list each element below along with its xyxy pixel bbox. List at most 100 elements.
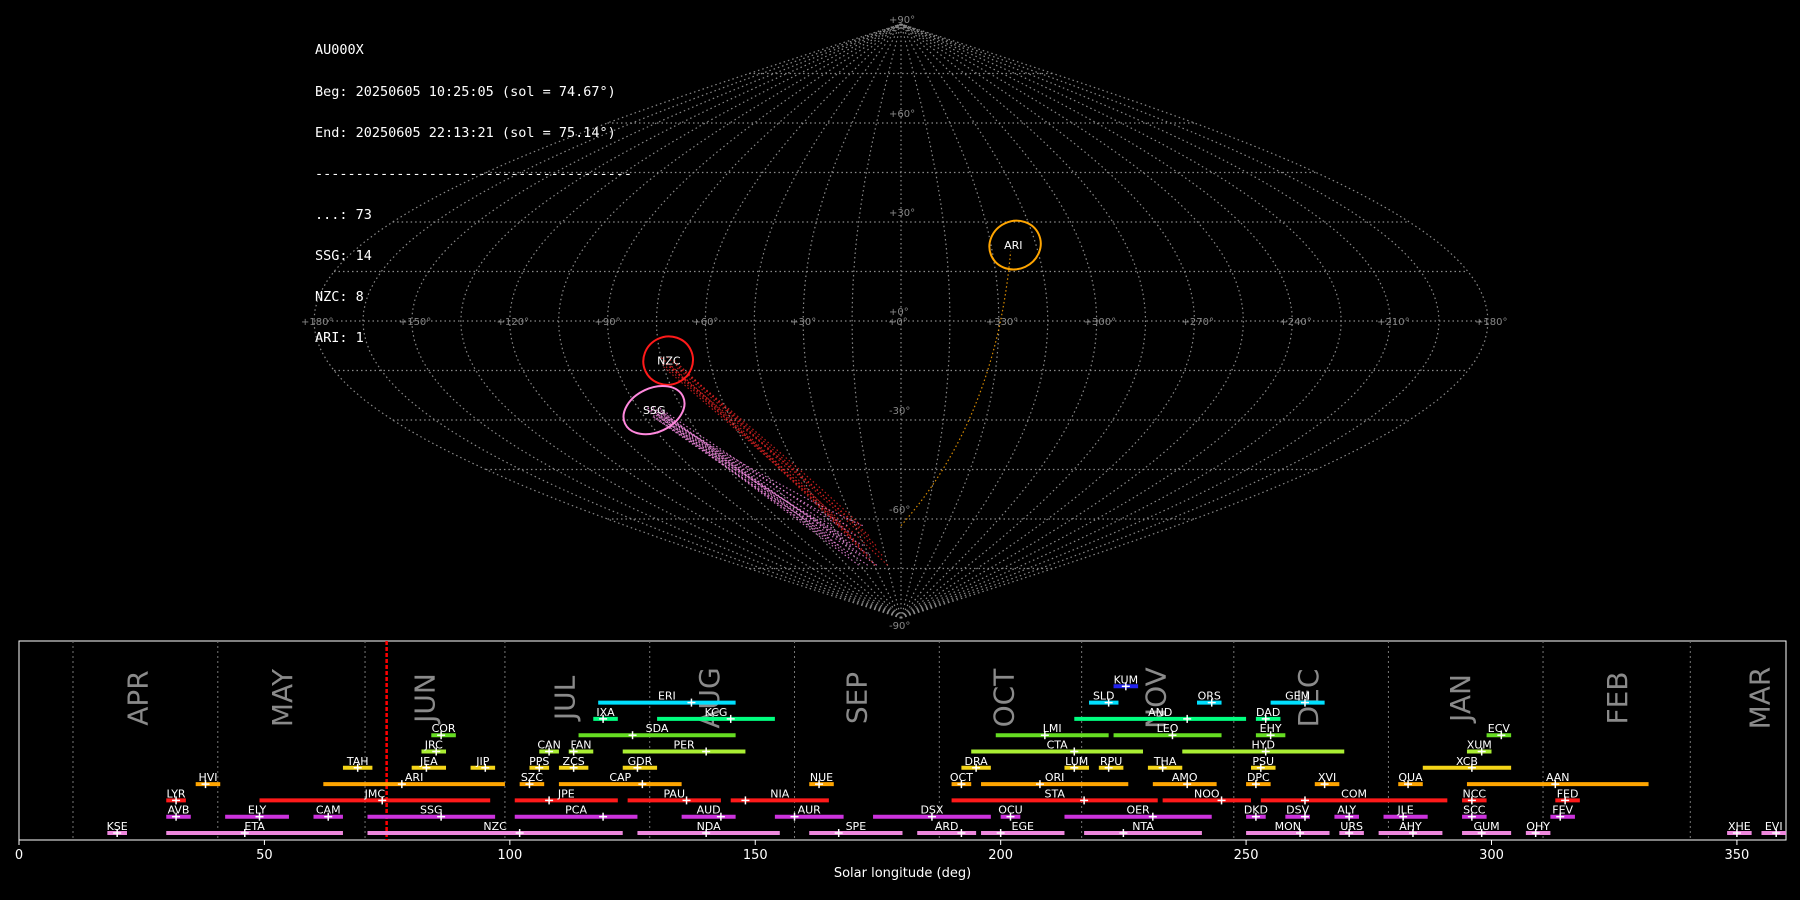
x-tick-label: 300 bbox=[1479, 848, 1504, 863]
sky-map: +90° +60° +30° +0° -30° -60° -90° +180° +150° +12… bbox=[301, 15, 1507, 632]
meteor-trail bbox=[900, 251, 1012, 526]
longitude-label: +210° bbox=[1377, 317, 1409, 328]
shower-label: MON bbox=[1275, 820, 1301, 833]
meteor-trail bbox=[659, 409, 878, 566]
meridian-line bbox=[362, 23, 902, 619]
shower-label: SSG bbox=[420, 804, 443, 817]
radiant-label: SSG bbox=[643, 404, 666, 417]
radiant-label: NZC bbox=[657, 355, 681, 368]
x-tick-label: 350 bbox=[1725, 848, 1750, 863]
shower-label: NOO bbox=[1194, 787, 1220, 800]
latitude-label: +30° bbox=[889, 208, 915, 219]
latitude-label: +90° bbox=[889, 15, 915, 26]
x-axis-label: Solar longitude (deg) bbox=[834, 866, 971, 881]
latitude-label: -90° bbox=[889, 621, 910, 632]
shower-label: EVI bbox=[1765, 820, 1783, 833]
shower-label: RPU bbox=[1100, 755, 1122, 768]
shower-label: NDA bbox=[697, 820, 722, 833]
shower-label: NTA bbox=[1132, 820, 1154, 833]
shower-label: ZCS bbox=[563, 755, 585, 768]
shower-label: LUM bbox=[1065, 755, 1088, 768]
shower-label: NZC bbox=[483, 820, 507, 833]
longitude-label: +300° bbox=[1084, 317, 1116, 328]
shower-label: ALY bbox=[1337, 804, 1356, 817]
shower-label: PAU bbox=[664, 787, 686, 800]
x-tick-label: 100 bbox=[497, 848, 522, 863]
shower-label: GEM bbox=[1285, 690, 1310, 703]
month-label: OCT bbox=[988, 668, 1021, 728]
shower-label: ORS bbox=[1198, 690, 1221, 703]
shower-label: ELY bbox=[248, 804, 267, 817]
shower-label: THA bbox=[1153, 755, 1177, 768]
shower-label: LYR bbox=[167, 787, 186, 800]
shower-label: SPE bbox=[846, 820, 867, 833]
radiant-label: ARI bbox=[1004, 239, 1022, 252]
month-label: FEB bbox=[1601, 671, 1634, 724]
latitude-label: -60° bbox=[889, 505, 910, 516]
longitude-label: +0° bbox=[888, 317, 908, 328]
shower-label: FED bbox=[1557, 787, 1579, 800]
meteor-trail bbox=[660, 356, 868, 556]
shower-label: GDR bbox=[628, 755, 653, 768]
shower-label: AVB bbox=[168, 804, 190, 817]
shower-label: URS bbox=[1340, 820, 1363, 833]
shower-label: PPS bbox=[529, 755, 549, 768]
shower-label: AND bbox=[1148, 706, 1172, 719]
shower-label: DAD bbox=[1256, 706, 1280, 719]
shower-label: STA bbox=[1044, 787, 1065, 800]
x-tick-label: 200 bbox=[988, 848, 1013, 863]
longitude-label: +30° bbox=[790, 317, 816, 328]
shower-label: LEO bbox=[1157, 722, 1179, 735]
month-label: APR bbox=[121, 670, 154, 726]
x-tick-label: 50 bbox=[256, 848, 273, 863]
shower-label: NCC bbox=[1463, 787, 1487, 800]
month-label: JUL bbox=[548, 675, 581, 722]
month-label: MAR bbox=[1743, 667, 1776, 730]
shower-label: XVI bbox=[1318, 771, 1336, 784]
shower-label: DKD bbox=[1244, 804, 1268, 817]
shower-label: EHY bbox=[1260, 722, 1282, 735]
month-label: JUN bbox=[408, 673, 441, 725]
shower-label: CAP bbox=[609, 771, 631, 784]
longitude-label: +240° bbox=[1279, 317, 1311, 328]
shower-label: JMC bbox=[364, 787, 386, 800]
shower-label: EGE bbox=[1012, 820, 1034, 833]
latitude-label: -30° bbox=[889, 406, 910, 417]
shower-label: XHE bbox=[1728, 820, 1751, 833]
shower-label: CAM bbox=[316, 804, 341, 817]
shower-label: JPE bbox=[557, 787, 575, 800]
longitude-label: +90° bbox=[595, 317, 621, 328]
longitude-label: +150° bbox=[399, 317, 431, 328]
shower-label: AUR bbox=[798, 804, 822, 817]
shower-label: SCC bbox=[1463, 804, 1486, 817]
shower-label: ETA bbox=[244, 820, 265, 833]
shower-label: KCG bbox=[705, 706, 728, 719]
shower-label: AUD bbox=[697, 804, 721, 817]
shower-label: XUM bbox=[1467, 739, 1492, 752]
shower-label: OCU bbox=[998, 804, 1022, 817]
shower-label: IXA bbox=[596, 706, 615, 719]
shower-label: LMI bbox=[1043, 722, 1062, 735]
shower-label: CTA bbox=[1047, 739, 1069, 752]
shower-label: PER bbox=[673, 739, 695, 752]
shower-label: AAN bbox=[1546, 771, 1570, 784]
shower-label: ERI bbox=[658, 690, 676, 703]
x-tick-label: 250 bbox=[1234, 848, 1259, 863]
shower-label: OHY bbox=[1526, 820, 1550, 833]
longitude-label: +180° bbox=[1475, 317, 1507, 328]
shower-label: NUE bbox=[810, 771, 833, 784]
shower-label: DSV bbox=[1286, 804, 1309, 817]
shower-label: GUM bbox=[1474, 820, 1500, 833]
shower-label: JIP bbox=[475, 755, 489, 768]
shower-label: TAH bbox=[346, 755, 369, 768]
month-label: MAY bbox=[266, 668, 299, 727]
shower-label: QUA bbox=[1398, 771, 1423, 784]
shower-label: SZC bbox=[521, 771, 544, 784]
shower-label: NIA bbox=[770, 787, 789, 800]
shower-label: COR bbox=[432, 722, 456, 735]
shower-label: OER bbox=[1126, 804, 1150, 817]
shower-label: OCT bbox=[950, 771, 973, 784]
shower-label: FAN bbox=[570, 739, 591, 752]
longitude-label: +120° bbox=[497, 317, 529, 328]
shower-label: KSE bbox=[107, 820, 128, 833]
